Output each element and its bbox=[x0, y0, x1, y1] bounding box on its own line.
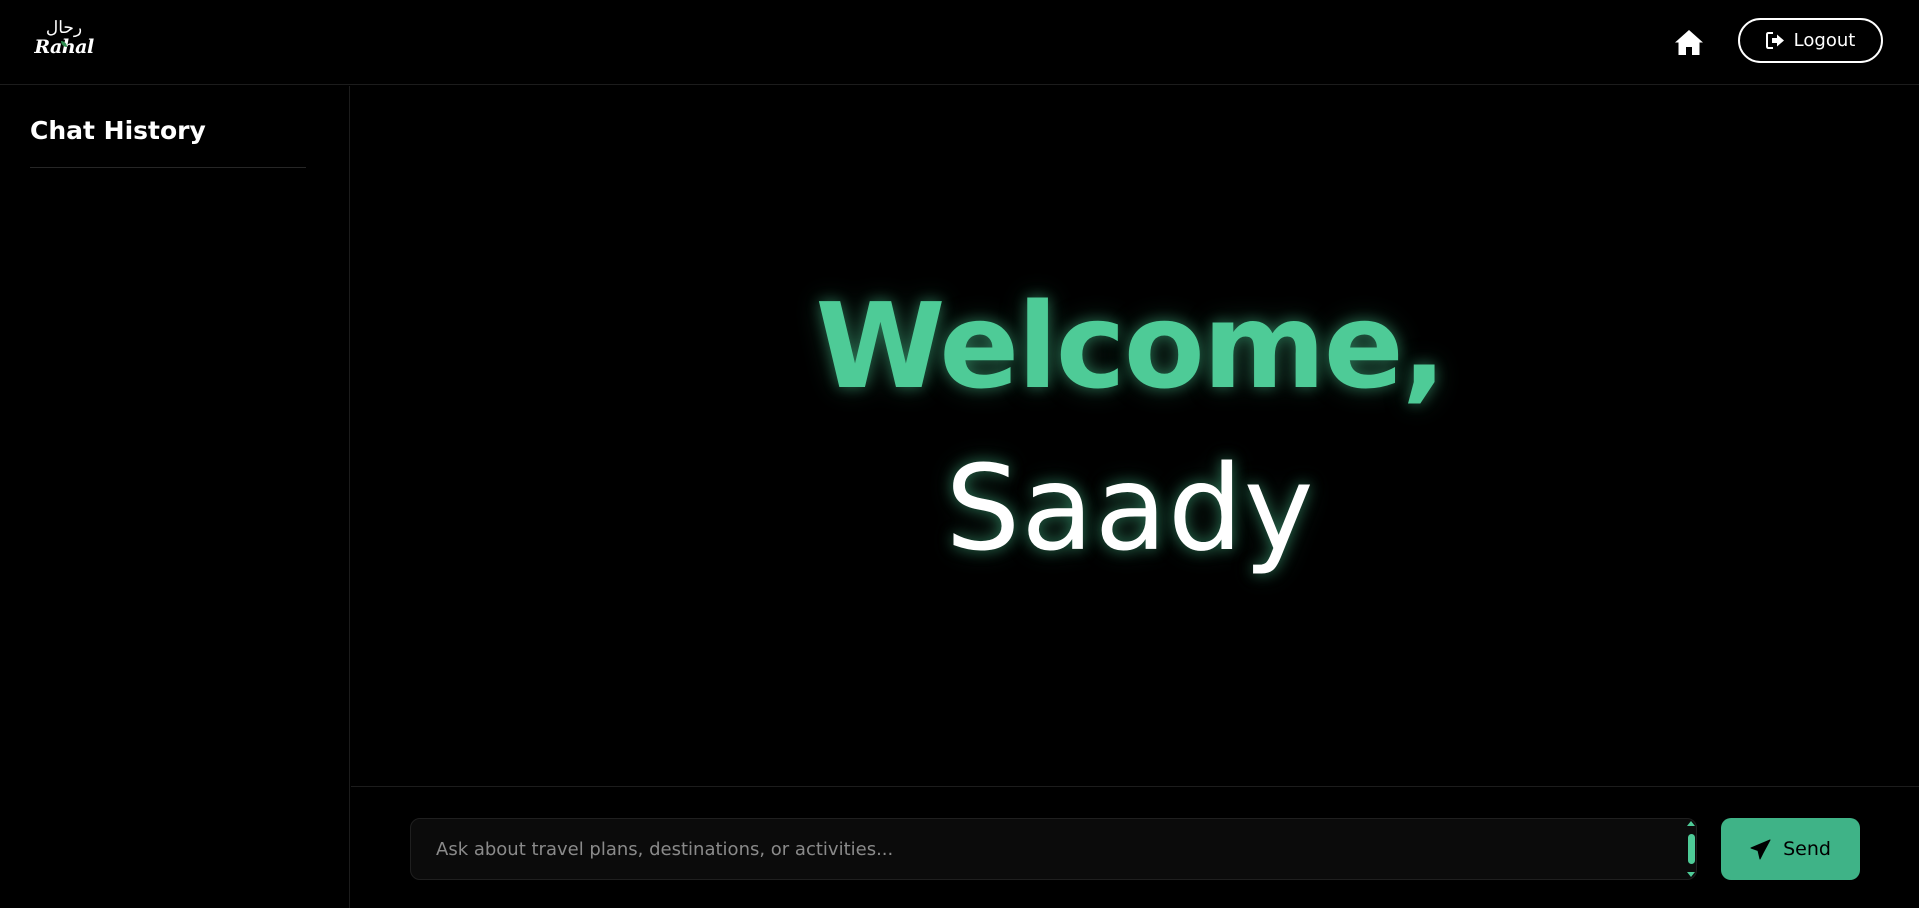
send-label: Send bbox=[1783, 838, 1831, 860]
scroll-down-arrow-icon[interactable] bbox=[1687, 872, 1695, 877]
scroll-thumb[interactable] bbox=[1687, 834, 1695, 864]
rahal-logo[interactable]: رحال Rahal bbox=[34, 12, 94, 64]
message-input-box bbox=[410, 818, 1697, 880]
logo-latin-text: Rahal bbox=[34, 35, 94, 58]
home-icon bbox=[1675, 29, 1703, 55]
top-navigation-bar: رحال Rahal Logout bbox=[0, 0, 1919, 85]
chat-history-sidebar: Chat History bbox=[0, 86, 350, 908]
paper-plane-icon bbox=[1750, 839, 1771, 859]
logout-button[interactable]: Logout bbox=[1738, 18, 1883, 63]
main-panel: Welcome, Saady bbox=[351, 86, 1919, 786]
sidebar-divider bbox=[30, 167, 306, 168]
logo-latin-label: Rahal bbox=[34, 35, 94, 58]
welcome-heading: Welcome, bbox=[815, 277, 1446, 415]
username-heading: Saady bbox=[945, 439, 1315, 577]
scroll-up-arrow-icon[interactable] bbox=[1687, 821, 1695, 826]
logo-arabic-text: رحال bbox=[45, 17, 83, 38]
message-composer: Send bbox=[351, 786, 1919, 908]
home-button[interactable] bbox=[1672, 25, 1706, 59]
logout-label: Logout bbox=[1793, 30, 1856, 51]
message-input[interactable] bbox=[411, 819, 1671, 879]
input-scrollbar[interactable] bbox=[1686, 821, 1696, 877]
chat-history-title: Chat History bbox=[30, 116, 206, 145]
sign-out-icon bbox=[1765, 32, 1784, 49]
send-button[interactable]: Send bbox=[1721, 818, 1860, 880]
